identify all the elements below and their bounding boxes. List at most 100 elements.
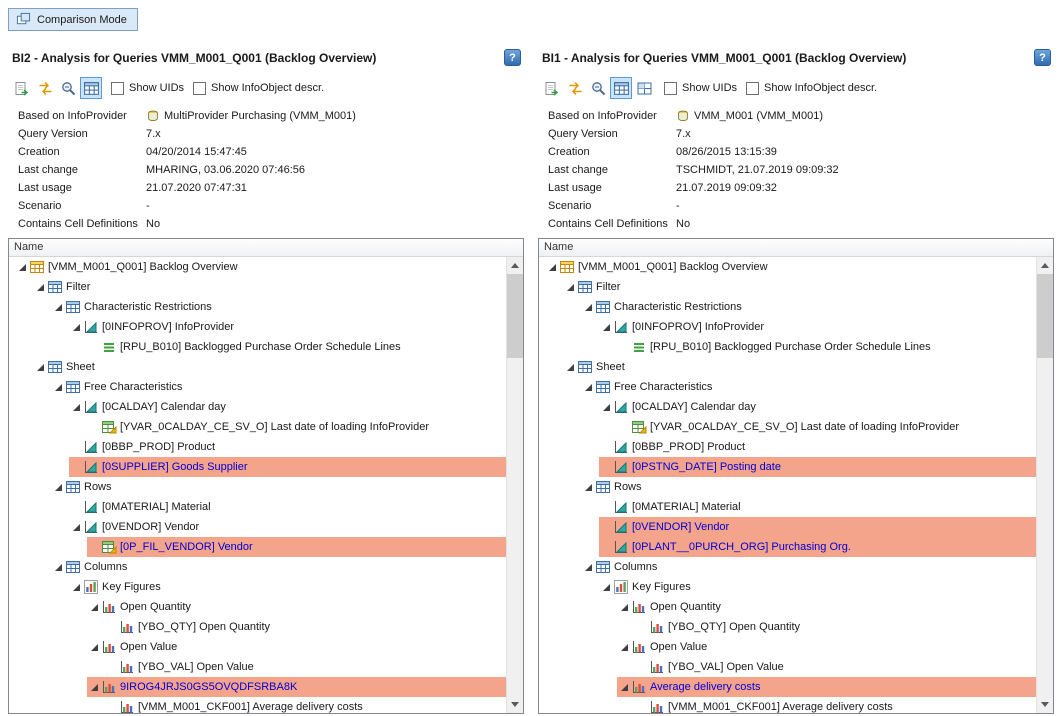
expander-icon[interactable] (549, 264, 556, 271)
tree-row[interactable]: [0MATERIAL] Material (539, 497, 1036, 517)
tree-header-name[interactable]: Name (9, 239, 523, 257)
tree-row[interactable]: Characteristic Restrictions (9, 297, 506, 317)
expander-icon[interactable] (603, 584, 610, 591)
table-icon[interactable] (610, 77, 632, 99)
tree-row[interactable]: Average delivery costs (539, 677, 1036, 697)
expander-icon[interactable] (585, 304, 592, 311)
tree-row[interactable]: [YBO_VAL] Open Value (9, 657, 506, 677)
tree-row[interactable]: [0INFOPROV] InfoProvider (9, 317, 506, 337)
tree-row[interactable]: Columns (9, 557, 506, 577)
zoom-icon[interactable] (587, 77, 609, 99)
scrollbar-thumb[interactable] (507, 274, 523, 358)
scrollbar-thumb[interactable] (1037, 274, 1053, 358)
tree-scrollbar[interactable] (1036, 257, 1053, 713)
tree-row[interactable]: [0CALDAY] Calendar day (9, 397, 506, 417)
tree-row[interactable]: [0BBP_PROD] Product (9, 437, 506, 457)
help-icon[interactable]: ? (1034, 49, 1051, 66)
tree-row[interactable]: Rows (9, 477, 506, 497)
tree-row[interactable]: [YBO_QTY] Open Quantity (9, 617, 506, 637)
tree-row[interactable]: Key Figures (9, 577, 506, 597)
swap-icon[interactable] (34, 77, 56, 99)
tree-row[interactable]: [0PSTNG_DATE] Posting date (539, 457, 1036, 477)
tree-row[interactable]: Sheet (539, 357, 1036, 377)
expander-icon[interactable] (73, 404, 80, 411)
refresh-icon[interactable] (11, 77, 33, 99)
tree-row[interactable]: 9IROG4JRJS0GS5OVQDFSRBA8K (9, 677, 506, 697)
tree-row[interactable]: Open Quantity (9, 597, 506, 617)
tree-row[interactable]: Key Figures (539, 577, 1036, 597)
tree-row[interactable]: [VMM_M001_CKF001] Average delivery costs (539, 697, 1036, 713)
tree-row[interactable]: [0MATERIAL] Material (9, 497, 506, 517)
expander-icon[interactable] (73, 584, 80, 591)
expander-icon[interactable] (567, 284, 574, 291)
tree-row[interactable]: [YBO_QTY] Open Quantity (539, 617, 1036, 637)
tree-row[interactable]: [0VENDOR] Vendor (9, 517, 506, 537)
expander-icon[interactable] (73, 524, 80, 531)
tree-row[interactable]: [VMM_M001_Q001] Backlog Overview (9, 257, 506, 277)
expander-icon[interactable] (621, 644, 628, 651)
expander-icon[interactable] (91, 644, 98, 651)
tree-row[interactable]: Columns (539, 557, 1036, 577)
tree-row[interactable]: [VMM_M001_Q001] Backlog Overview (539, 257, 1036, 277)
tree-row[interactable]: [RPU_B010] Backlogged Purchase Order Sch… (9, 337, 506, 357)
expander-icon[interactable] (55, 564, 62, 571)
show-infoobject-checkbox[interactable] (193, 82, 206, 95)
tree-header-name[interactable]: Name (539, 239, 1053, 257)
tree-row[interactable]: Rows (539, 477, 1036, 497)
expander-icon[interactable] (585, 384, 592, 391)
expander-icon[interactable] (621, 684, 628, 691)
expander-icon[interactable] (603, 404, 610, 411)
tree-row[interactable]: [RPU_B010] Backlogged Purchase Order Sch… (539, 337, 1036, 357)
show-infoobject-checkbox[interactable] (746, 82, 759, 95)
expander-icon[interactable] (567, 364, 574, 371)
tree-row[interactable]: [0P_FIL_VENDOR] Vendor (9, 537, 506, 557)
show-uids-checkbox[interactable] (664, 82, 677, 95)
expander-icon[interactable] (585, 484, 592, 491)
expander-icon[interactable] (603, 324, 610, 331)
tree-row[interactable]: Characteristic Restrictions (539, 297, 1036, 317)
tree-row[interactable]: Open Quantity (539, 597, 1036, 617)
tree-row[interactable]: Filter (539, 277, 1036, 297)
tree-row[interactable]: [0PLANT__0PURCH_ORG] Purchasing Org. (539, 537, 1036, 557)
tree-row[interactable]: [0INFOPROV] InfoProvider (539, 317, 1036, 337)
tree-scrollbar[interactable] (506, 257, 523, 713)
tree-row[interactable]: Free Characteristics (539, 377, 1036, 397)
expander-icon[interactable] (37, 364, 44, 371)
refresh-icon[interactable] (541, 77, 563, 99)
table-icon (65, 299, 81, 315)
expander-icon[interactable] (621, 604, 628, 611)
tree-row[interactable]: [0BBP_PROD] Product (539, 437, 1036, 457)
scroll-up-icon[interactable] (1037, 257, 1053, 274)
grid-icon[interactable] (633, 77, 655, 99)
table-icon[interactable] (80, 77, 102, 99)
expander-icon[interactable] (73, 324, 80, 331)
expander-icon[interactable] (55, 304, 62, 311)
expander-icon[interactable] (585, 564, 592, 571)
tree-row[interactable]: [VMM_M001_CKF001] Average delivery costs (9, 697, 506, 713)
expander-icon[interactable] (37, 284, 44, 291)
scroll-down-icon[interactable] (507, 696, 523, 713)
tree-row[interactable]: Free Characteristics (9, 377, 506, 397)
tree-row[interactable]: Open Value (539, 637, 1036, 657)
variable-icon (631, 419, 647, 435)
show-uids-checkbox[interactable] (111, 82, 124, 95)
tree-row[interactable]: [0CALDAY] Calendar day (539, 397, 1036, 417)
scroll-down-icon[interactable] (1037, 696, 1053, 713)
help-icon[interactable]: ? (504, 49, 521, 66)
expander-icon[interactable] (19, 264, 26, 271)
zoom-icon[interactable] (57, 77, 79, 99)
expander-icon[interactable] (91, 604, 98, 611)
tree-row[interactable]: [YBO_VAL] Open Value (539, 657, 1036, 677)
expander-icon[interactable] (55, 484, 62, 491)
scroll-up-icon[interactable] (507, 257, 523, 274)
tree-row[interactable]: Open Value (9, 637, 506, 657)
swap-icon[interactable] (564, 77, 586, 99)
expander-icon[interactable] (91, 684, 98, 691)
tree-row[interactable]: [YVAR_0CALDAY_CE_SV_O] Last date of load… (539, 417, 1036, 437)
expander-icon[interactable] (55, 384, 62, 391)
tree-row[interactable]: Sheet (9, 357, 506, 377)
tree-row[interactable]: [0SUPPLIER] Goods Supplier (9, 457, 506, 477)
tree-row[interactable]: [0VENDOR] Vendor (539, 517, 1036, 537)
tree-row[interactable]: Filter (9, 277, 506, 297)
tree-row[interactable]: [YVAR_0CALDAY_CE_SV_O] Last date of load… (9, 417, 506, 437)
